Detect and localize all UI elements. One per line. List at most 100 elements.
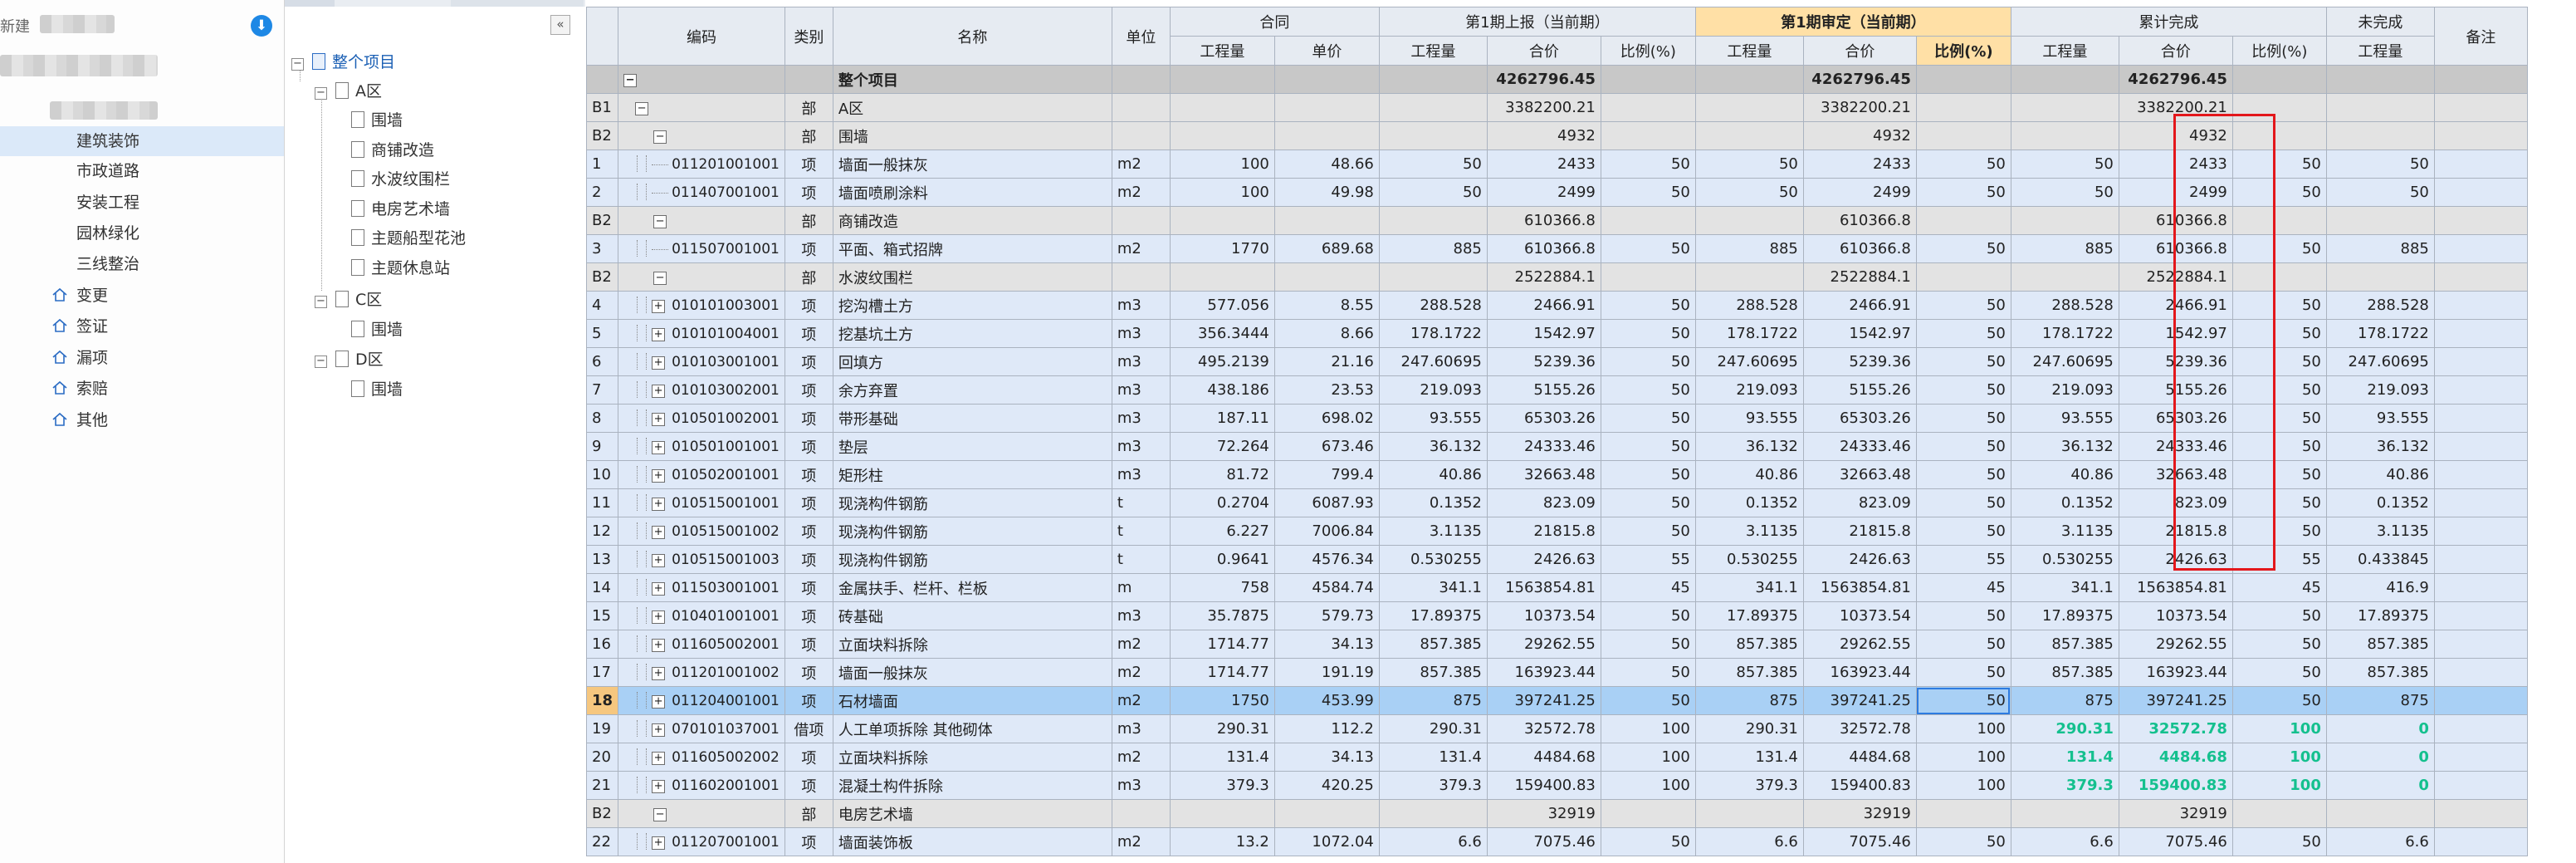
header-audit-qty[interactable]: 工程量 (1694, 36, 1804, 66)
c-qty-cell[interactable]: 50 (2010, 178, 2119, 207)
tree-node-rest-station[interactable]: 主题休息站 (351, 254, 450, 282)
remark-cell[interactable] (2433, 291, 2528, 320)
r-total-cell[interactable]: 397241.25 (1486, 686, 1601, 715)
name-cell[interactable]: 混凝土构件拆除 (832, 771, 1112, 800)
expand-toggle-icon[interactable]: + (652, 836, 666, 850)
code-cell[interactable]: +011201001002 (618, 658, 785, 687)
type-cell[interactable]: 借项 (784, 714, 833, 743)
name-cell[interactable]: 挖沟槽土方 (832, 291, 1112, 320)
a-total-cell[interactable]: 4484.68 (1802, 743, 1917, 772)
u-qty-cell[interactable]: 219.093 (2325, 375, 2435, 405)
qty-cell[interactable] (1169, 262, 1275, 292)
a-qty-cell[interactable]: 131.4 (1694, 743, 1804, 772)
name-cell[interactable]: 挖基坑土方 (832, 319, 1112, 348)
c-qty-cell[interactable] (2010, 65, 2119, 94)
qty-cell[interactable] (1169, 799, 1275, 828)
row-number[interactable]: 9 (586, 432, 619, 461)
a-qty-cell[interactable] (1694, 121, 1804, 150)
table-row[interactable]: 10 +010502001001 项矩形柱 m3 81.72 799.4 40.86 3266… (586, 460, 2528, 489)
price-cell[interactable]: 4584.74 (1273, 573, 1380, 602)
collapse-toggle-icon[interactable]: − (653, 130, 667, 144)
table-row[interactable]: 5 +010101004001 项挖基坑土方 m3 356.3444 8.66 178.17… (586, 319, 2528, 348)
name-cell[interactable]: 墙面一般抹灰 (832, 658, 1112, 687)
row-number[interactable]: 19 (586, 714, 619, 743)
c-ratio-cell[interactable]: 50 (2231, 178, 2327, 207)
row-number[interactable]: 20 (586, 743, 619, 772)
type-cell[interactable]: 部 (784, 121, 833, 150)
type-cell[interactable]: 项 (784, 375, 833, 405)
c-total-cell[interactable]: 4262796.45 (2118, 65, 2233, 94)
price-cell[interactable]: 4576.34 (1273, 545, 1380, 574)
r-total-cell[interactable]: 24333.46 (1486, 432, 1601, 461)
c-ratio-cell[interactable] (2231, 799, 2327, 828)
u-qty-cell[interactable] (2325, 121, 2435, 150)
a-ratio-cell[interactable]: 50 (1915, 432, 2011, 461)
c-qty-cell[interactable]: 885 (2010, 234, 2119, 263)
qty-cell[interactable]: 356.3444 (1169, 319, 1275, 348)
u-qty-cell[interactable]: 40.86 (2325, 460, 2435, 489)
name-cell[interactable]: 墙面喷刷涂料 (832, 178, 1112, 207)
a-qty-cell[interactable]: 288.528 (1694, 291, 1804, 320)
table-row[interactable]: 6 +010103001001 项回填方 m3 495.2139 21.16 247.606… (586, 347, 2528, 376)
name-cell[interactable]: 墙面一般抹灰 (832, 150, 1112, 179)
r-qty-cell[interactable]: 857.385 (1378, 658, 1488, 687)
row-number[interactable]: 10 (586, 460, 619, 489)
price-cell[interactable]: 799.4 (1273, 460, 1380, 489)
header-unfinished-qty[interactable]: 工程量 (2325, 36, 2435, 66)
a-qty-cell[interactable] (1694, 93, 1804, 122)
row-number[interactable]: 7 (586, 375, 619, 405)
code-cell[interactable]: +010401001001 (618, 601, 785, 630)
c-total-cell[interactable]: 2433 (2118, 150, 2233, 179)
a-total-cell[interactable]: 610366.8 (1802, 234, 1917, 263)
name-cell[interactable]: 现浇构件钢筋 (832, 545, 1112, 574)
type-cell[interactable]: 部 (784, 262, 833, 292)
remark-cell[interactable] (2433, 686, 2528, 715)
r-qty-cell[interactable]: 50 (1378, 178, 1488, 207)
table-row[interactable]: 9 +010501001001 项垫层 m3 72.264 673.46 36.132 243… (586, 432, 2528, 461)
header-audit-total[interactable]: 合价 (1802, 36, 1917, 66)
header-type[interactable]: 类别 (784, 7, 833, 66)
header-cumulative-qty[interactable]: 工程量 (2010, 36, 2119, 66)
r-total-cell[interactable]: 3382200.21 (1486, 93, 1601, 122)
qty-cell[interactable]: 72.264 (1169, 432, 1275, 461)
name-cell[interactable]: 矩形柱 (832, 460, 1112, 489)
a-qty-cell[interactable]: 17.89375 (1694, 601, 1804, 630)
unit-cell[interactable]: m3 (1111, 375, 1171, 405)
c-ratio-cell[interactable] (2231, 65, 2327, 94)
c-ratio-cell[interactable]: 50 (2231, 347, 2327, 376)
type-cell[interactable]: 项 (784, 573, 833, 602)
c-ratio-cell[interactable]: 50 (2231, 686, 2327, 715)
c-ratio-cell[interactable]: 100 (2231, 771, 2327, 800)
c-total-cell[interactable]: 29262.55 (2118, 630, 2233, 659)
r-total-cell[interactable]: 21815.8 (1486, 517, 1601, 546)
row-number[interactable]: B2 (586, 121, 619, 150)
c-ratio-cell[interactable]: 50 (2231, 488, 2327, 517)
c-qty-cell[interactable]: 857.385 (2010, 630, 2119, 659)
r-ratio-cell[interactable] (1600, 65, 1696, 94)
u-qty-cell[interactable] (2325, 206, 2435, 235)
code-cell[interactable]: − (618, 799, 785, 828)
r-total-cell[interactable]: 2522884.1 (1486, 262, 1601, 292)
u-qty-cell[interactable]: 3.1135 (2325, 517, 2435, 546)
row-number[interactable]: B1 (586, 93, 619, 122)
remark-cell[interactable] (2433, 517, 2528, 546)
a-total-cell[interactable]: 159400.83 (1802, 771, 1917, 800)
row-number[interactable]: 11 (586, 488, 619, 517)
r-ratio-cell[interactable] (1600, 262, 1696, 292)
r-ratio-cell[interactable]: 100 (1600, 771, 1696, 800)
price-cell[interactable] (1273, 93, 1380, 122)
code-cell[interactable]: 011507001001 (618, 234, 785, 263)
c-qty-cell[interactable]: 290.31 (2010, 714, 2119, 743)
r-ratio-cell[interactable] (1600, 93, 1696, 122)
c-ratio-cell[interactable]: 50 (2231, 150, 2327, 179)
r-total-cell[interactable]: 65303.26 (1486, 404, 1601, 433)
expand-toggle-icon[interactable]: + (652, 385, 666, 398)
a-ratio-cell[interactable] (1915, 206, 2011, 235)
r-ratio-cell[interactable]: 50 (1600, 630, 1696, 659)
r-ratio-cell[interactable]: 50 (1600, 827, 1696, 856)
a-total-cell[interactable]: 4262796.45 (1802, 65, 1917, 94)
qty-cell[interactable]: 577.056 (1169, 291, 1275, 320)
a-ratio-cell[interactable] (1915, 799, 2011, 828)
expand-toggle-icon[interactable]: + (652, 610, 666, 624)
a-qty-cell[interactable]: 379.3 (1694, 771, 1804, 800)
